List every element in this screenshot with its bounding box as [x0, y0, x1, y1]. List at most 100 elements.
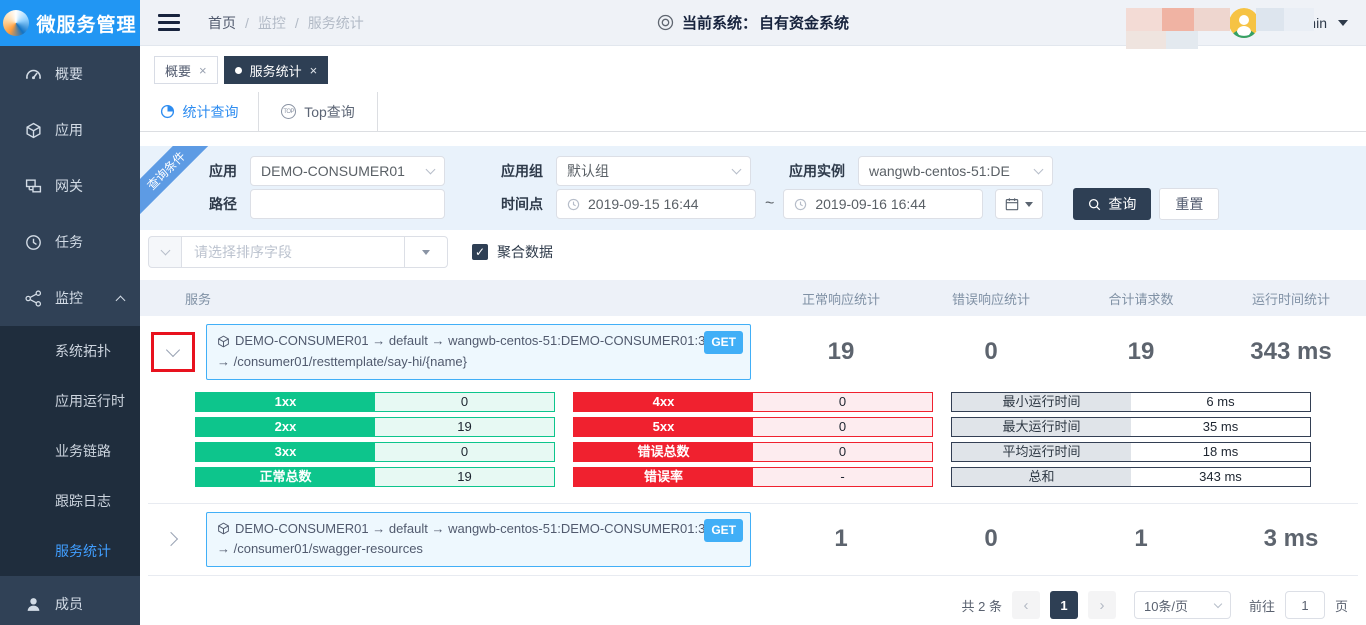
pagination-bar: 共 2 条 ‹ 1 › 10条/页 前往 页	[140, 576, 1366, 625]
stat-row: 总和343 ms	[951, 467, 1311, 487]
service-cell: DEMO-CONSUMER01 → default → wangwb-cento…	[206, 512, 766, 568]
stat-row: 最小运行时间6 ms	[951, 392, 1311, 412]
breadcrumb-separator: /	[295, 15, 299, 31]
submenu-item-app-runtime[interactable]: 应用运行时	[0, 376, 140, 426]
next-page-button[interactable]: ›	[1088, 591, 1116, 619]
column-header-error: 错误响应统计	[916, 289, 1066, 308]
stat-row: 错误总数0	[573, 442, 933, 462]
cube-icon	[217, 522, 230, 535]
share-nodes-icon	[25, 290, 42, 307]
column-header-normal: 正常响应统计	[766, 289, 916, 308]
tab-label: 服务统计	[250, 61, 302, 80]
app-select[interactable]: DEMO-CONSUMER01	[250, 156, 445, 186]
goto-label: 前往	[1249, 596, 1275, 615]
caret-down-icon	[422, 250, 430, 255]
table-row: DEMO-CONSUMER01 → default → wangwb-cento…	[140, 316, 1366, 388]
username[interactable]: sysadmin	[1268, 15, 1327, 31]
gauge-icon	[25, 66, 42, 83]
sidebar-item-gateway[interactable]: 网关	[0, 158, 140, 214]
tab-label: 概要	[165, 61, 191, 80]
column-header-service: 服务	[140, 289, 766, 308]
service-box[interactable]: DEMO-CONSUMER01 → default → wangwb-cento…	[206, 512, 751, 568]
subtab-top-query[interactable]: TOP Top查询	[259, 92, 378, 131]
user-dropdown-caret-icon[interactable]	[1338, 20, 1348, 26]
cube-icon	[217, 335, 230, 348]
sidebar-item-members[interactable]: 成员	[0, 576, 140, 625]
reset-button[interactable]: 重置	[1159, 188, 1219, 220]
sort-field-dropdown-button[interactable]	[404, 236, 448, 268]
monitoring-submenu: 系统拓扑 应用运行时 业务链路 跟踪日志 服务统计	[0, 326, 140, 576]
stat-value: -	[753, 468, 932, 486]
group-select[interactable]: 默认组	[556, 156, 751, 186]
stat-value: 0	[753, 443, 932, 461]
caret-down-icon	[1025, 202, 1033, 207]
stat-row: 平均运行时间18 ms	[951, 442, 1311, 462]
path-input[interactable]	[261, 196, 434, 212]
total-count-label: 共 2 条	[962, 596, 1002, 615]
stat-value: 6 ms	[1131, 393, 1310, 411]
stat-value: 0	[375, 443, 554, 461]
close-icon[interactable]: ×	[199, 64, 207, 77]
page-size-select[interactable]: 10条/页	[1134, 591, 1231, 619]
stat-value: 19	[375, 468, 554, 486]
sidebar-item-label: 应用	[55, 120, 83, 140]
avatar[interactable]	[1229, 8, 1259, 38]
close-icon[interactable]: ×	[310, 64, 318, 77]
tab-overview[interactable]: 概要 ×	[154, 56, 218, 84]
sidebar-item-overview[interactable]: 概要	[0, 46, 140, 102]
subtab-label: Top查询	[304, 102, 355, 122]
page-number-button[interactable]: 1	[1050, 591, 1078, 619]
menu-collapse-icon[interactable]	[158, 14, 180, 31]
search-button[interactable]: 查询	[1073, 188, 1151, 220]
submenu-item-service-stats[interactable]: 服务统计	[0, 526, 140, 576]
sidebar-item-label: 成员	[55, 594, 83, 614]
submenu-item-business-chain[interactable]: 业务链路	[0, 426, 140, 476]
stat-label: 最小运行时间	[952, 393, 1131, 411]
time-to-input[interactable]: 2019-09-16 16:44	[783, 189, 983, 219]
breadcrumb-home[interactable]: 首页	[208, 13, 236, 33]
aggregate-checkbox[interactable]: ✓	[472, 244, 488, 260]
stat-value: 0	[753, 418, 932, 436]
goto-page-input[interactable]	[1285, 591, 1325, 619]
chevron-up-icon	[116, 295, 126, 305]
breadcrumb-current: 服务统计	[308, 13, 364, 33]
service-cell: DEMO-CONSUMER01 → default → wangwb-cento…	[206, 324, 766, 380]
stat-value: 0	[375, 393, 554, 411]
calendar-shortcut-button[interactable]	[995, 189, 1043, 219]
prev-page-button[interactable]: ‹	[1012, 591, 1040, 619]
aggregate-toggle[interactable]: ✓ 聚合数据	[472, 242, 553, 262]
sort-direction-button[interactable]	[148, 236, 182, 268]
breadcrumb-monitor[interactable]: 监控	[258, 13, 286, 33]
collapse-row-button[interactable]	[166, 343, 180, 357]
sidebar-item-tasks[interactable]: 任务	[0, 214, 140, 270]
system-menu[interactable]: 系统	[1192, 13, 1220, 33]
tab-service-stats[interactable]: 服务统计 ×	[224, 56, 329, 84]
app-select-value: DEMO-CONSUMER01	[261, 163, 405, 179]
submenu-item-topology[interactable]: 系统拓扑	[0, 326, 140, 376]
total-count: 1	[1066, 525, 1216, 553]
service-box[interactable]: DEMO-CONSUMER01 → default → wangwb-cento…	[206, 324, 751, 380]
sidebar-item-applications[interactable]: 应用	[0, 102, 140, 158]
path-label: 路径	[180, 194, 250, 214]
subtab-statistics-query[interactable]: 统计查询	[140, 92, 259, 131]
expand-cell	[140, 332, 206, 372]
stat-value: 343 ms	[1131, 468, 1310, 486]
search-button-label: 查询	[1108, 194, 1136, 214]
submenu-item-trace-log[interactable]: 跟踪日志	[0, 476, 140, 526]
top-bar-main: 首页 / 监控 / 服务统计 当前系统：自有资金系统 系统 sy	[140, 0, 1366, 45]
cube-icon	[25, 122, 42, 139]
expand-row-button[interactable]	[164, 532, 178, 546]
table-row: DEMO-CONSUMER01 → default → wangwb-cento…	[140, 504, 1366, 576]
clock-icon	[25, 234, 42, 251]
sidebar-item-label: 网关	[55, 176, 83, 196]
row-detail-panel: 1xx0 2xx19 3xx0 正常总数19 4xx0 5xx0 错误总数0 错…	[140, 388, 1366, 503]
time-from-input[interactable]: 2019-09-15 16:44	[556, 189, 756, 219]
instance-select[interactable]: wangwb-centos-51:DE	[858, 156, 1053, 186]
stat-label: 4xx	[574, 393, 753, 411]
service-path-line1: DEMO-CONSUMER01 → default → wangwb-cento…	[235, 519, 734, 540]
stat-label: 最大运行时间	[952, 418, 1131, 436]
sidebar-item-monitoring[interactable]: 监控	[0, 270, 140, 326]
sort-field-input[interactable]	[182, 236, 404, 268]
query-form-row-2: 路径 时间点 2019-09-15 16:44 ~ 2019-09-16 16:…	[180, 189, 1366, 219]
time-label: 时间点	[445, 194, 556, 214]
